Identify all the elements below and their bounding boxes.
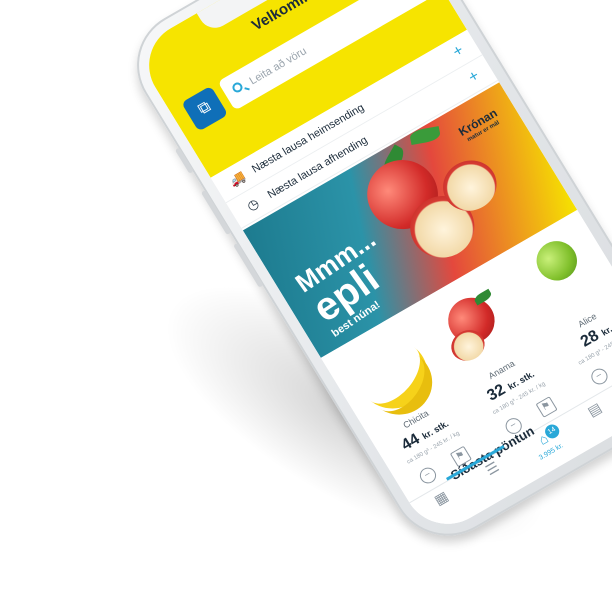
green-apple-shape	[529, 233, 585, 288]
cart-total: 3.995 kr.	[537, 442, 565, 462]
clock-icon: ◷	[244, 195, 262, 214]
price-value: 44	[398, 430, 423, 455]
truck-icon: 🚚	[226, 168, 249, 190]
remove-button[interactable]: −	[588, 365, 611, 388]
price-value: 28	[577, 327, 603, 351]
banana-shape	[372, 350, 446, 428]
price-unit: kr.	[599, 323, 612, 338]
price-value: 32	[484, 381, 509, 405]
search-icon	[230, 80, 245, 95]
store-icon: ▦	[431, 487, 451, 508]
bookmark-icon[interactable]: ⚑	[535, 396, 558, 418]
barcode-scan-button[interactable]: ⧉	[181, 85, 229, 132]
mute-switch	[174, 147, 194, 174]
remove-button[interactable]: −	[416, 464, 440, 487]
search-placeholder: Leita að vöru	[247, 45, 309, 88]
add-icon[interactable]: +	[447, 37, 471, 67]
add-icon[interactable]: +	[462, 62, 486, 92]
app-screen: Velkomin 44 ⧉ Leita að vöru 🚚 Næsta laus…	[132, 0, 612, 540]
receipt-icon: ▤	[584, 399, 605, 420]
